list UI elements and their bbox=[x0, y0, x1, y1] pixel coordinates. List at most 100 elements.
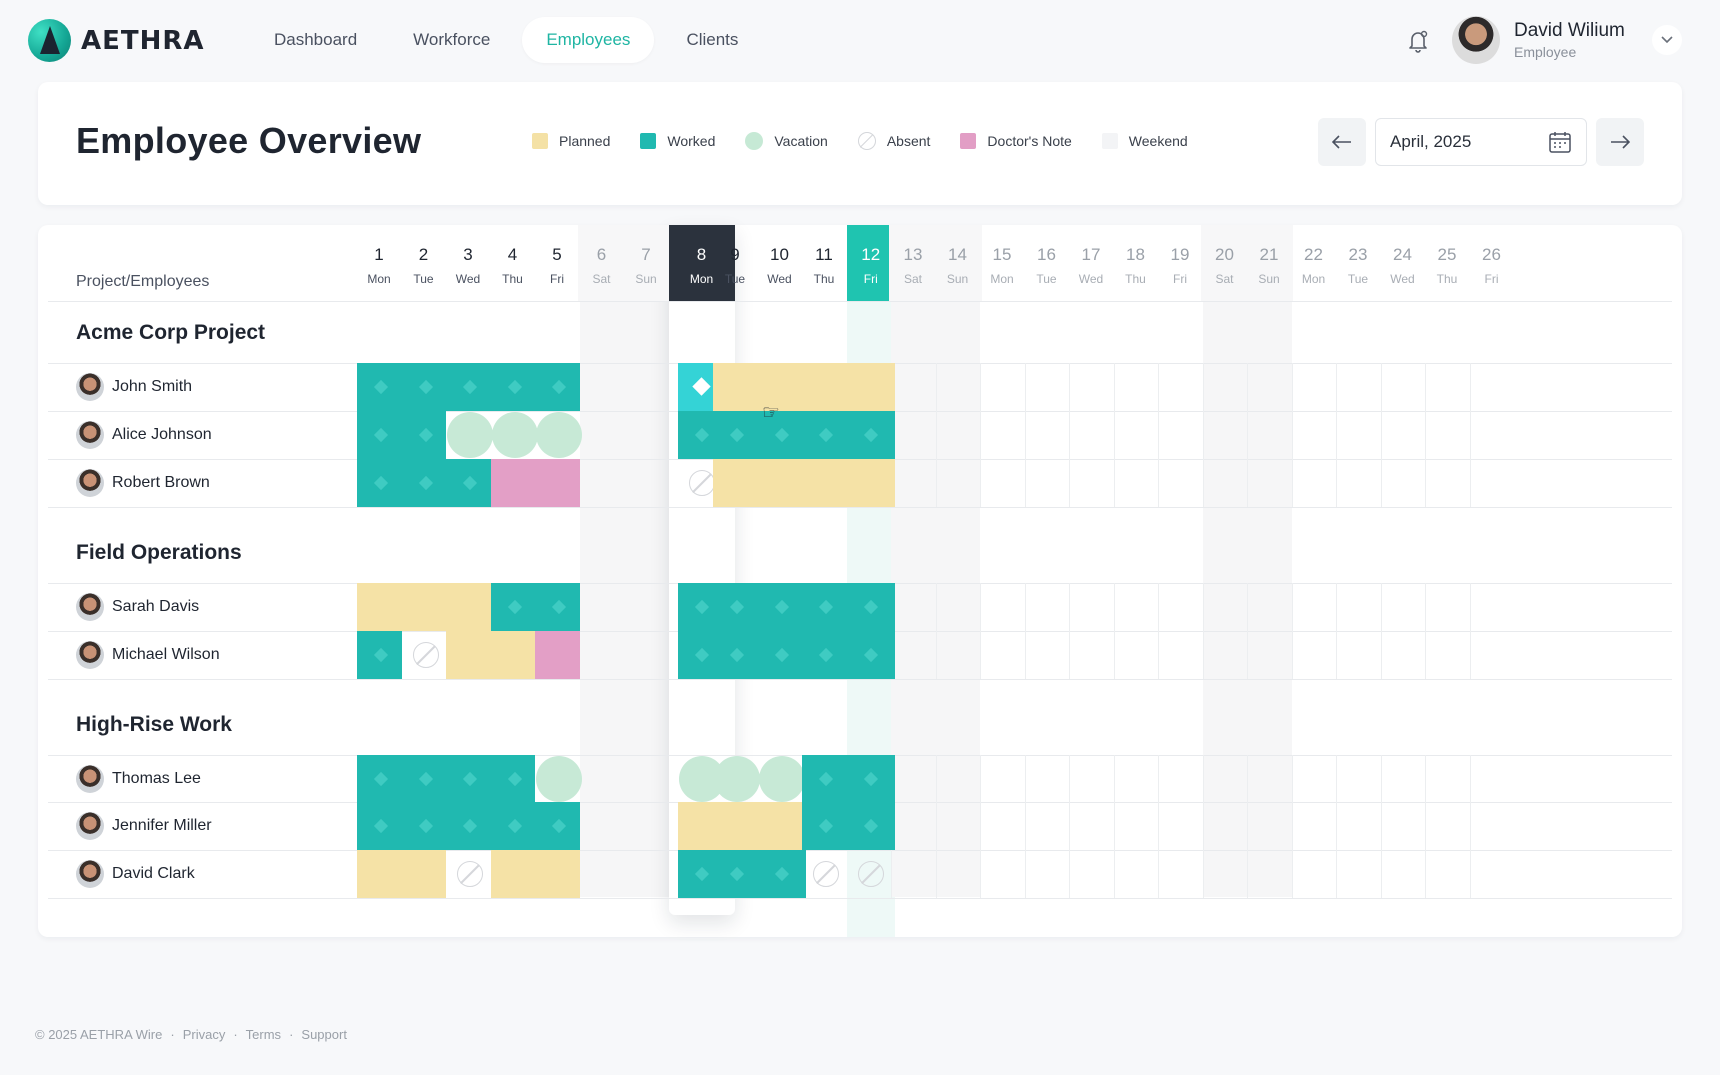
day-header-20[interactable]: 20 Sat bbox=[1200, 225, 1249, 301]
schedule-cell-worked[interactable] bbox=[713, 583, 762, 631]
day-header-3[interactable]: 3 Wed bbox=[444, 225, 492, 301]
day-header-12[interactable]: 12 Fri bbox=[846, 225, 895, 301]
nav-employees[interactable]: Employees bbox=[522, 17, 655, 63]
schedule-cell-worked[interactable] bbox=[490, 583, 535, 631]
day-header-17[interactable]: 17 Wed bbox=[1067, 225, 1115, 301]
schedule-cell-worked[interactable] bbox=[802, 583, 851, 631]
schedule-cell-planned[interactable] bbox=[401, 583, 446, 631]
employee-row-label[interactable]: David Clark bbox=[76, 860, 195, 888]
day-header-25[interactable]: 25 Thu bbox=[1423, 225, 1471, 301]
day-header-13[interactable]: 13 Sat bbox=[889, 225, 937, 301]
day-header-6[interactable]: 6 Sat bbox=[577, 225, 626, 301]
schedule-cell-absent[interactable] bbox=[847, 850, 896, 898]
schedule-cell-planned[interactable] bbox=[802, 363, 851, 411]
schedule-cell-vacation[interactable] bbox=[535, 411, 582, 459]
schedule-cell-worked[interactable] bbox=[357, 631, 402, 679]
day-header-15[interactable]: 15 Mon bbox=[978, 225, 1026, 301]
schedule-cell-worked[interactable] bbox=[357, 459, 402, 507]
footer-link-privacy[interactable]: Privacy bbox=[183, 1027, 226, 1042]
schedule-cell-planned[interactable] bbox=[846, 363, 895, 411]
schedule-cell-worked[interactable] bbox=[757, 583, 806, 631]
schedule-cell-worked[interactable] bbox=[802, 411, 851, 459]
schedule-cell-worked[interactable] bbox=[401, 411, 446, 459]
schedule-cell-planned[interactable] bbox=[713, 459, 762, 507]
footer-link-support[interactable]: Support bbox=[301, 1027, 347, 1042]
schedule-cell-worked[interactable] bbox=[846, 631, 895, 679]
schedule-cell-doctors-note[interactable] bbox=[535, 459, 580, 507]
employee-row-label[interactable]: Robert Brown bbox=[76, 469, 210, 497]
schedule-cell-planned[interactable] bbox=[802, 459, 851, 507]
schedule-cell-worked[interactable] bbox=[535, 802, 580, 850]
employee-row-label[interactable]: Thomas Lee bbox=[76, 765, 201, 793]
schedule-cell-worked[interactable] bbox=[846, 755, 895, 803]
schedule-cell-worked[interactable] bbox=[490, 802, 535, 850]
schedule-cell-planned[interactable] bbox=[357, 850, 402, 898]
schedule-cell-planned[interactable] bbox=[401, 850, 446, 898]
schedule-cell-worked[interactable] bbox=[757, 631, 806, 679]
day-header-22[interactable]: 22 Mon bbox=[1290, 225, 1338, 301]
schedule-cell-planned[interactable] bbox=[446, 631, 491, 679]
day-header-10[interactable]: 10 Wed bbox=[756, 225, 804, 301]
notifications-bell-icon[interactable] bbox=[1405, 28, 1431, 54]
schedule-cell-worked[interactable] bbox=[357, 411, 402, 459]
day-header-21[interactable]: 21 Sun bbox=[1245, 225, 1293, 301]
schedule-cell-worked[interactable] bbox=[446, 755, 491, 803]
calendar-icon[interactable] bbox=[1548, 130, 1572, 154]
footer-link-terms[interactable]: Terms bbox=[246, 1027, 281, 1042]
schedule-cell-worked[interactable] bbox=[446, 363, 491, 411]
day-header-7[interactable]: 7 Sun bbox=[622, 225, 670, 301]
schedule-cell-worked[interactable] bbox=[757, 850, 806, 898]
day-header-24[interactable]: 24 Wed bbox=[1379, 225, 1427, 301]
day-header-23[interactable]: 23 Tue bbox=[1334, 225, 1382, 301]
employee-row-label[interactable]: Sarah Davis bbox=[76, 593, 199, 621]
schedule-cell-absent[interactable] bbox=[802, 850, 851, 898]
schedule-cell-worked[interactable] bbox=[713, 411, 762, 459]
schedule-cell-planned[interactable] bbox=[490, 631, 535, 679]
schedule-cell-worked[interactable] bbox=[357, 363, 402, 411]
day-header-26[interactable]: 26 Fri bbox=[1468, 225, 1516, 301]
day-header-14[interactable]: 14 Sun bbox=[933, 225, 982, 301]
day-header-16[interactable]: 16 Tue bbox=[1023, 225, 1071, 301]
schedule-cell-worked[interactable] bbox=[846, 411, 895, 459]
next-month-button[interactable] bbox=[1596, 118, 1644, 166]
schedule-cell-worked[interactable] bbox=[357, 802, 402, 850]
day-header-9[interactable]: 9 Tue bbox=[711, 225, 759, 301]
schedule-cell-planned[interactable] bbox=[713, 802, 762, 850]
schedule-cell-worked[interactable] bbox=[802, 755, 851, 803]
schedule-cell-vacation[interactable] bbox=[758, 755, 807, 803]
schedule-cell-planned[interactable] bbox=[757, 459, 806, 507]
schedule-cell-worked[interactable] bbox=[401, 755, 446, 803]
schedule-cell-planned[interactable] bbox=[357, 583, 402, 631]
employee-row-label[interactable]: John Smith bbox=[76, 373, 192, 401]
schedule-cell-vacation[interactable] bbox=[446, 411, 493, 459]
day-header-19[interactable]: 19 Fri bbox=[1156, 225, 1204, 301]
schedule-cell-worked[interactable] bbox=[802, 631, 851, 679]
previous-month-button[interactable] bbox=[1318, 118, 1366, 166]
schedule-cell-worked[interactable] bbox=[713, 850, 762, 898]
nav-workforce[interactable]: Workforce bbox=[389, 17, 514, 63]
schedule-cell-worked[interactable] bbox=[490, 363, 535, 411]
schedule-cell-worked[interactable] bbox=[490, 755, 535, 803]
schedule-cell-vacation[interactable] bbox=[491, 411, 537, 459]
schedule-cell-doctors-note[interactable] bbox=[535, 631, 580, 679]
day-header-4[interactable]: 4 Thu bbox=[489, 225, 537, 301]
day-header-5[interactable]: 5 Fri bbox=[533, 225, 581, 301]
schedule-cell-worked[interactable] bbox=[446, 459, 491, 507]
employee-row-label[interactable]: Michael Wilson bbox=[76, 641, 220, 669]
schedule-cell-worked[interactable] bbox=[446, 802, 491, 850]
nav-clients[interactable]: Clients bbox=[662, 17, 762, 63]
schedule-cell-absent[interactable] bbox=[402, 631, 447, 679]
schedule-cell-worked[interactable] bbox=[401, 363, 446, 411]
schedule-cell-vacation[interactable] bbox=[535, 755, 582, 803]
schedule-cell-vacation[interactable] bbox=[713, 755, 762, 803]
schedule-cell-worked[interactable] bbox=[535, 363, 580, 411]
month-picker-input[interactable]: April, 2025 bbox=[1375, 118, 1587, 166]
employee-row-label[interactable]: Alice Johnson bbox=[76, 421, 212, 449]
schedule-cell-doctors-note[interactable] bbox=[490, 459, 535, 507]
schedule-cell-worked[interactable] bbox=[401, 459, 446, 507]
day-header-2[interactable]: 2 Tue bbox=[400, 225, 448, 301]
schedule-cell-planned[interactable] bbox=[757, 802, 806, 850]
employee-row-label[interactable]: Jennifer Miller bbox=[76, 812, 212, 840]
schedule-cell-worked[interactable] bbox=[401, 802, 446, 850]
schedule-cell-worked[interactable] bbox=[713, 631, 762, 679]
